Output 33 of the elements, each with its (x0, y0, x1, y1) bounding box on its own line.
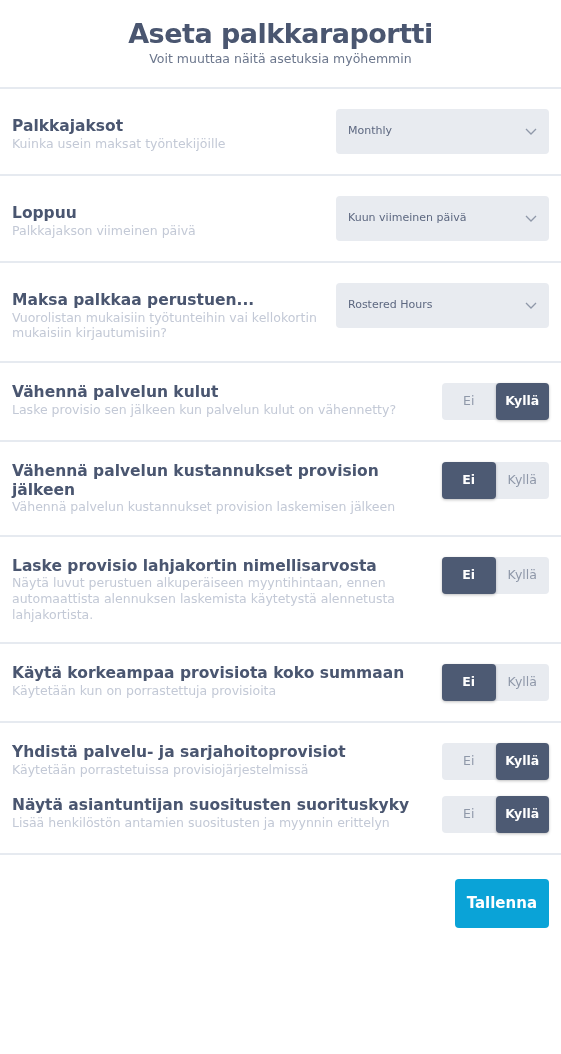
setting-description: Käytetään porrastetuissa provisiojärjestelmissä (12, 761, 310, 778)
setting-title: Yhdistä palvelu- ja sarjahoitoprovisiot (12, 743, 346, 762)
setting-description: Käytetään kun on porrastettuja provisioita (12, 682, 278, 699)
toggle-option[interactable]: Ei (442, 664, 496, 702)
setting-title: Laske provisio lahjakortin nimellisarvosta (12, 556, 378, 576)
dropdown[interactable]: Kuun viimeinen päivä (336, 196, 549, 242)
dialog-title: Aseta palkkaraportti (127, 18, 434, 51)
setting-title: Vähennä palvelun kustannukset provision jälkeen (12, 462, 380, 500)
setting-title: Käytä korkeampaa provisiota koko summaan (12, 664, 405, 683)
toggle-option[interactable]: Kyllä (495, 796, 549, 834)
setting-description: Vähennä palvelun kustannukset provision laskemisen jälkeen (12, 499, 397, 515)
save-button[interactable]: Tallenna (454, 879, 549, 928)
toggle-option[interactable]: Kyllä (495, 383, 549, 420)
setting-description: Vuorolistan mukaisiin työtunteihin vai kellokortin mukaisiin kirjautumisiin? (12, 309, 318, 341)
chevron-down-icon (525, 302, 537, 310)
setting-title: Näytä asiantuntijan suositusten suorituskyky (12, 796, 410, 815)
setting-description: Palkkajakson viimeinen päivä (12, 222, 196, 239)
setting-title: Loppuu (12, 204, 78, 223)
setting-description: Näytä luvut perustuen alkuperäiseen myyntihintaan, ennen automaattista alennuksen laskemista käytetystä alennetusta lahjakortista. (12, 575, 396, 623)
setting-title: Maksa palkkaa perustuen... (12, 291, 256, 310)
setting-title: Palkkajaksot (12, 117, 125, 136)
chevron-down-icon (525, 128, 537, 136)
toggle-option[interactable]: Kyllä (495, 743, 549, 781)
chevron-down-icon (525, 215, 537, 223)
setting-description: Laske provisio sen jälkeen kun palvelun kulut on vähennetty? (12, 401, 397, 418)
setting-description: Kuinka usein maksat työntekijöille (12, 135, 226, 152)
dialog-subtitle: Voit muuttaa näitä asetuksia myöhemmin (148, 50, 413, 69)
setting-title: Vähennä palvelun kulut (12, 383, 220, 402)
dropdown[interactable]: Rostered Hours (336, 283, 549, 329)
setting-description: Lisää henkilöstön antamien suositusten ja myynnin erittelyn (12, 814, 391, 831)
toggle-option[interactable]: Ei (442, 462, 496, 499)
dropdown[interactable]: Monthly (336, 109, 549, 155)
toggle-option[interactable]: Ei (442, 556, 496, 594)
